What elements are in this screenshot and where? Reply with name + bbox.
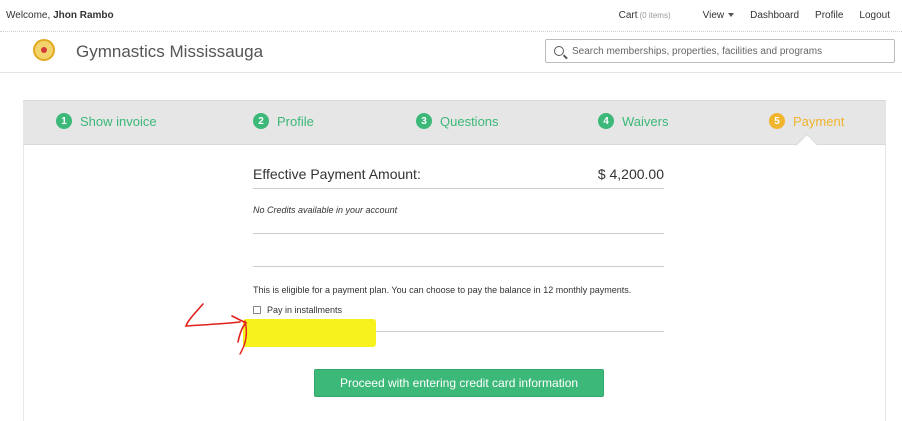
logo-icon[interactable]: [33, 39, 55, 61]
divider-row: [253, 234, 664, 267]
step-label: Payment: [793, 113, 845, 129]
step-waivers[interactable]: 4 Waivers: [598, 113, 668, 129]
cart-count: (0 items): [639, 11, 671, 20]
chevron-down-icon: [728, 13, 735, 18]
step-show-invoice[interactable]: 1 Show invoice: [56, 113, 157, 129]
annotation-arrow-icon: [184, 303, 248, 355]
step-label: Profile: [277, 113, 314, 129]
credits-message: No Credits available in your account: [253, 205, 664, 234]
step-number: 5: [769, 113, 785, 129]
checkout-steps: 1 Show invoice 2 Profile 3 Questions 4 W…: [23, 100, 886, 145]
search-icon: [554, 46, 564, 56]
payment-content: Effective Payment Amount: $ 4,200.00 No …: [253, 160, 664, 332]
step-questions[interactable]: 3 Questions: [416, 113, 499, 129]
step-number: 2: [253, 113, 269, 129]
step-label: Questions: [440, 113, 499, 129]
site-title[interactable]: Gymnastics Mississauga: [76, 42, 263, 62]
step-number: 3: [416, 113, 432, 129]
payment-plan-text: This is eligible for a payment plan. You…: [253, 285, 632, 295]
welcome-message: Welcome, Jhon Rambo: [6, 10, 114, 21]
user-name: Jhon Rambo: [53, 10, 114, 21]
step-number: 1: [56, 113, 72, 129]
search-input[interactable]: [572, 45, 892, 57]
step-label: Show invoice: [80, 113, 157, 129]
profile-link[interactable]: Profile: [815, 10, 843, 21]
view-dropdown[interactable]: View: [687, 10, 735, 21]
cart-link[interactable]: Cart (0 items): [603, 10, 671, 21]
proceed-credit-card-button[interactable]: Proceed with entering credit card inform…: [314, 369, 604, 397]
payment-amount-row: Effective Payment Amount: $ 4,200.00: [253, 160, 664, 189]
step-profile[interactable]: 2 Profile: [253, 113, 314, 129]
logout-link[interactable]: Logout: [859, 10, 890, 21]
top-bar: Welcome, Jhon Rambo Cart (0 items) View D…: [0, 0, 902, 32]
step-number: 4: [598, 113, 614, 129]
site-header: Gymnastics Mississauga: [0, 33, 902, 73]
step-payment[interactable]: 5 Payment: [769, 113, 844, 129]
amount-label: Effective Payment Amount:: [253, 166, 421, 182]
search-box[interactable]: [545, 39, 895, 63]
amount-value: $ 4,200.00: [597, 166, 664, 182]
step-label: Waivers: [622, 113, 669, 129]
top-nav: Cart (0 items) View Dashboard Profile Log…: [587, 10, 890, 21]
installments-label[interactable]: Pay in installments: [267, 305, 342, 315]
dashboard-link[interactable]: Dashboard: [750, 10, 799, 21]
